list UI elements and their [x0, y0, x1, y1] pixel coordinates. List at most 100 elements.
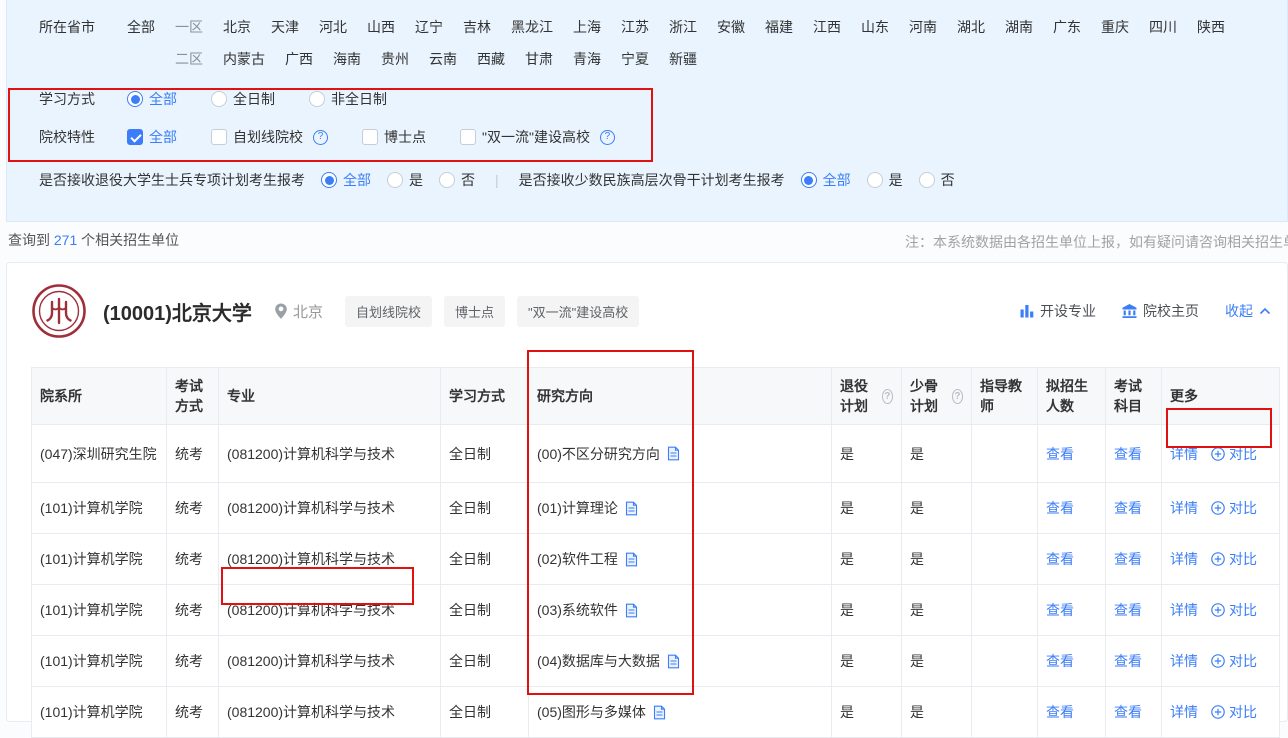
mode-cell: 全日制: [441, 687, 529, 738]
radio-icon[interactable]: [439, 172, 455, 188]
view-quota-link[interactable]: 查看: [1046, 602, 1074, 618]
view-subjects-link[interactable]: 查看: [1114, 500, 1142, 516]
radio-icon[interactable]: [309, 91, 325, 107]
province-item[interactable]: 福建: [765, 18, 793, 36]
help-icon[interactable]: ?: [882, 389, 893, 404]
feature-option-phd[interactable]: 博士点: [362, 128, 426, 146]
province-item[interactable]: 海南: [333, 50, 361, 68]
minority-option-all[interactable]: 全部: [801, 170, 851, 190]
school-homepage-button[interactable]: 院校主页: [1122, 301, 1199, 321]
radio-icon[interactable]: [211, 91, 227, 107]
veteran-option-no[interactable]: 否: [439, 170, 475, 190]
view-subjects-link[interactable]: 查看: [1114, 446, 1142, 462]
radio-selected-icon[interactable]: [801, 172, 817, 188]
detail-link[interactable]: 详情: [1170, 444, 1198, 464]
radio-icon[interactable]: [387, 172, 403, 188]
province-item[interactable]: 湖北: [957, 18, 985, 36]
province-item[interactable]: 广西: [285, 50, 313, 68]
minority-option-no[interactable]: 否: [919, 170, 955, 190]
document-icon[interactable]: [625, 552, 638, 567]
view-subjects-link[interactable]: 查看: [1114, 653, 1142, 669]
help-icon[interactable]: ?: [952, 389, 963, 404]
province-item[interactable]: 浙江: [669, 18, 697, 36]
study-mode-option-parttime[interactable]: 非全日制: [309, 90, 387, 108]
province-item[interactable]: 河北: [319, 18, 347, 36]
province-item[interactable]: 吉林: [463, 18, 491, 36]
checkbox-icon[interactable]: [460, 129, 476, 145]
province-item[interactable]: 新疆: [669, 50, 697, 68]
radio-icon[interactable]: [867, 172, 883, 188]
view-quota-link[interactable]: 查看: [1046, 653, 1074, 669]
veteran-option-all[interactable]: 全部: [321, 170, 371, 190]
document-icon[interactable]: [667, 654, 680, 669]
study-mode-option-all[interactable]: 全部: [127, 90, 177, 108]
province-item[interactable]: 上海: [573, 18, 601, 36]
veteran-option-yes[interactable]: 是: [387, 170, 423, 190]
province-item[interactable]: 陕西: [1197, 18, 1225, 36]
feature-option-all[interactable]: 全部: [127, 128, 177, 146]
checkbox-icon[interactable]: [211, 129, 227, 145]
province-item[interactable]: 甘肃: [525, 50, 553, 68]
province-item[interactable]: 湖南: [1005, 18, 1033, 36]
view-subjects-link[interactable]: 查看: [1114, 551, 1142, 567]
province-item[interactable]: 山西: [367, 18, 395, 36]
compare-link[interactable]: 对比: [1211, 651, 1257, 671]
document-icon[interactable]: [625, 501, 638, 516]
detail-link[interactable]: 详情: [1170, 549, 1198, 569]
view-quota-link[interactable]: 查看: [1046, 446, 1074, 462]
compare-link[interactable]: 对比: [1211, 444, 1257, 464]
province-item[interactable]: 天津: [271, 18, 299, 36]
province-item[interactable]: 北京: [223, 18, 251, 36]
province-item[interactable]: 江西: [813, 18, 841, 36]
province-item[interactable]: 黑龙江: [511, 18, 553, 36]
province-item[interactable]: 山东: [861, 18, 889, 36]
detail-link[interactable]: 详情: [1170, 498, 1198, 518]
collapse-button[interactable]: 收起: [1225, 301, 1271, 321]
province-item[interactable]: 重庆: [1101, 18, 1129, 36]
document-icon[interactable]: [667, 446, 680, 461]
help-icon[interactable]: ?: [600, 130, 615, 145]
open-majors-button[interactable]: 开设专业: [1020, 301, 1096, 321]
feature-option-selfline[interactable]: 自划线院校 ?: [211, 128, 328, 146]
detail-link[interactable]: 详情: [1170, 651, 1198, 671]
study-mode-option-fulltime[interactable]: 全日制: [211, 90, 275, 108]
compare-link[interactable]: 对比: [1211, 498, 1257, 518]
province-item-all[interactable]: 全部: [127, 18, 155, 36]
subjects-cell: 查看: [1106, 534, 1162, 585]
province-filter-row1: 所在省市 全部 一区 北京 天津 河北 山西 辽宁 吉林 黑龙江 上海 江苏 浙…: [39, 18, 1287, 36]
document-icon[interactable]: [653, 705, 666, 720]
province-item[interactable]: 云南: [429, 50, 457, 68]
province-item[interactable]: 安徽: [717, 18, 745, 36]
province-item[interactable]: 江苏: [621, 18, 649, 36]
compare-link[interactable]: 对比: [1211, 600, 1257, 620]
help-icon[interactable]: ?: [313, 130, 328, 145]
document-icon[interactable]: [625, 603, 638, 618]
view-quota-link[interactable]: 查看: [1046, 500, 1074, 516]
compare-link[interactable]: 对比: [1211, 549, 1257, 569]
exam-cell: 统考: [167, 534, 219, 585]
compare-link[interactable]: 对比: [1211, 702, 1257, 722]
view-subjects-link[interactable]: 查看: [1114, 602, 1142, 618]
chevron-up-icon: [1259, 307, 1271, 315]
checkbox-icon[interactable]: [362, 129, 378, 145]
minority-option-yes[interactable]: 是: [867, 170, 903, 190]
detail-link[interactable]: 详情: [1170, 702, 1198, 722]
feature-option-double-first-class[interactable]: "双一流"建设高校 ?: [460, 128, 615, 146]
view-quota-link[interactable]: 查看: [1046, 704, 1074, 720]
province-item[interactable]: 河南: [909, 18, 937, 36]
province-item[interactable]: 宁夏: [621, 50, 649, 68]
radio-selected-icon[interactable]: [321, 172, 337, 188]
radio-selected-icon[interactable]: [127, 91, 143, 107]
province-item[interactable]: 贵州: [381, 50, 409, 68]
view-quota-link[interactable]: 查看: [1046, 551, 1074, 567]
province-item[interactable]: 广东: [1053, 18, 1081, 36]
province-item[interactable]: 内蒙古: [223, 50, 265, 68]
province-item[interactable]: 西藏: [477, 50, 505, 68]
province-item[interactable]: 青海: [573, 50, 601, 68]
view-subjects-link[interactable]: 查看: [1114, 704, 1142, 720]
province-item[interactable]: 四川: [1149, 18, 1177, 36]
province-item[interactable]: 辽宁: [415, 18, 443, 36]
radio-icon[interactable]: [919, 172, 935, 188]
checkbox-checked-icon[interactable]: [127, 129, 143, 145]
detail-link[interactable]: 详情: [1170, 600, 1198, 620]
